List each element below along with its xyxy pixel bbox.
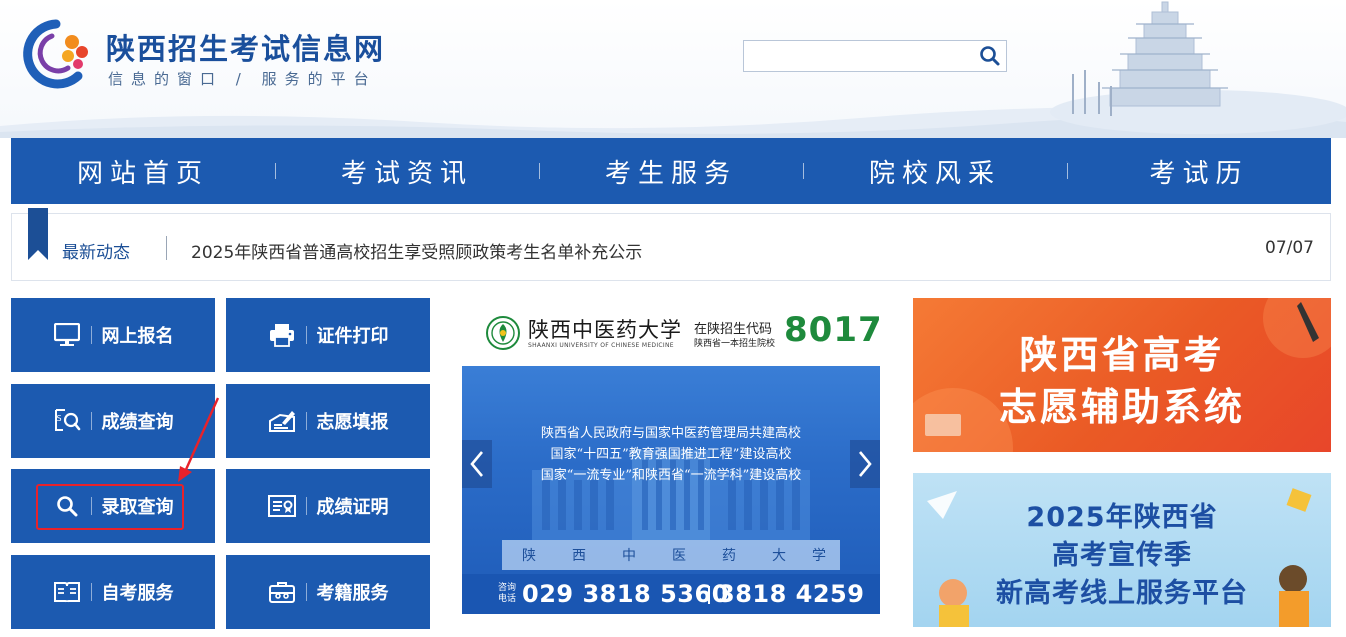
book-icon <box>53 578 81 606</box>
self-study-exam-button[interactable]: 自考服务 <box>11 555 215 629</box>
search-box <box>743 40 1007 72</box>
printer-icon <box>268 321 296 349</box>
search-input[interactable] <box>744 41 974 71</box>
carousel-prev-button[interactable] <box>462 440 492 488</box>
enrollment-code: 8017 <box>784 310 883 350</box>
score-certificate-button[interactable]: 成绩证明 <box>226 469 430 543</box>
svg-text:学: 学 <box>812 548 826 564</box>
tile-label: 考籍服务 <box>316 583 389 604</box>
ticker-label: 最新动态 <box>62 243 130 263</box>
banner-publicity-line-2: 高考宣传季 <box>1052 540 1192 571</box>
news-ticker: 最新动态 2025年陕西省普通高校招生享受照顾政策考生名单补充公示 07/07 <box>11 208 1331 281</box>
tile-label: 自考服务 <box>101 583 174 604</box>
pen-form-icon <box>268 407 296 435</box>
pagoda-illustration <box>1050 1 1346 134</box>
university-line-3: 国家“一流专业”和陕西省“一流学科”建设高校 <box>540 468 802 483</box>
university-carousel-slide[interactable]: 陕 西 中 医 药 大 学 陕西省人民政府与国家中医药管理局共建高校 国家“十四… <box>462 366 880 614</box>
university-emblem-icon <box>486 316 520 350</box>
contact-phone-1: 029 3818 5360 <box>522 580 729 608</box>
site-logo[interactable] <box>12 18 94 90</box>
site-slogan: 信息的窗口 / 服务的平台 <box>108 70 377 88</box>
banner-publicity-line-1: 2025年陕西省 <box>1026 502 1218 533</box>
svg-text:中: 中 <box>622 548 636 564</box>
tile-label: 志愿填报 <box>316 412 389 433</box>
monitor-icon <box>53 321 81 349</box>
university-name-en: SHAANXI UNIVERSITY OF CHINESE MEDICINE <box>528 342 674 349</box>
university-header[interactable]: 陕西中医药大学 SHAANXI UNIVERSITY OF CHINESE ME… <box>462 298 883 366</box>
svg-text:大: 大 <box>772 548 786 564</box>
nav-item-exam-news[interactable]: 考试资讯 <box>275 153 539 190</box>
university-line-1: 陕西省人民政府与国家中医药管理局共建高校 <box>540 426 801 441</box>
gaokao-publicity-banner[interactable]: 2025年陕西省 高考宣传季 新高考线上服务平台 <box>913 473 1331 627</box>
site-header: 陕西招生考试信息网 信息的窗口 / 服务的平台 <box>0 0 1346 138</box>
contact-phone-2: 3818 4259 <box>718 580 865 608</box>
enrollment-code-label: 在陕招生代码 <box>694 322 773 337</box>
contact-label: 咨询电话 <box>498 583 517 604</box>
banner-publicity-line-3: 新高考线上服务平台 <box>996 578 1248 609</box>
certificate-icon <box>267 492 296 520</box>
chevron-left-icon <box>470 451 483 477</box>
carousel-next-button[interactable] <box>850 440 880 488</box>
tile-label: 网上报名 <box>101 326 174 347</box>
volunteer-fill-button[interactable]: 志愿填报 <box>226 384 430 458</box>
enrollment-code-sub: 陕西省一本招生院校 <box>694 339 776 349</box>
nav-item-colleges[interactable]: 院校风采 <box>803 153 1067 190</box>
svg-text:药: 药 <box>722 548 736 564</box>
volunteer-assist-system-banner[interactable]: 陕西省高考 志愿辅助系统 <box>913 298 1331 452</box>
ticker-date: 07/07 <box>1265 238 1314 258</box>
tile-label: 录取查询 <box>101 497 174 518</box>
briefcase-icon <box>268 578 296 606</box>
nav-item-student-services[interactable]: 考生服务 <box>539 153 803 190</box>
score-query-button[interactable]: S 成绩查询 <box>11 384 215 458</box>
nav-item-home[interactable]: 网站首页 <box>11 153 275 190</box>
score-search-icon: S <box>53 407 81 435</box>
admission-query-button[interactable]: 录取查询 <box>11 469 215 543</box>
ticker-news-link[interactable]: 2025年陕西省普通高校招生享受照顾政策考生名单补充公示 <box>191 238 642 263</box>
contact-bar: 咨询电话 029 3818 5360 3818 4259 <box>462 574 880 614</box>
chevron-right-icon <box>859 451 872 477</box>
student-record-button[interactable]: 考籍服务 <box>226 555 430 629</box>
main-nav: 网站首页 考试资讯 考生服务 院校风采 考试历 <box>11 138 1331 204</box>
banner-volunteer-line-2: 志愿辅助系统 <box>998 385 1245 429</box>
svg-text:西: 西 <box>572 548 586 564</box>
svg-text:医: 医 <box>672 548 686 564</box>
svg-text:陕: 陕 <box>522 548 536 564</box>
svg-text:S: S <box>56 414 61 423</box>
tile-label: 证件打印 <box>316 326 389 347</box>
ticker-divider <box>166 236 167 260</box>
online-registration-button[interactable]: 网上报名 <box>11 298 215 372</box>
search-icon <box>53 492 81 520</box>
search-icon[interactable] <box>978 44 1002 68</box>
banner-volunteer-line-1: 陕西省高考 <box>1019 333 1225 377</box>
site-title: 陕西招生考试信息网 <box>106 32 386 66</box>
certificate-print-button[interactable]: 证件打印 <box>226 298 430 372</box>
university-line-2: 国家“十四五”教育强国推进工程”建设高校 <box>550 447 792 462</box>
bookmark-ribbon-icon <box>28 208 48 260</box>
tile-label: 成绩证明 <box>316 497 389 518</box>
university-name: 陕西中医药大学 <box>528 318 682 342</box>
tile-label: 成绩查询 <box>101 412 174 433</box>
nav-item-exam-calendar[interactable]: 考试历 <box>1067 153 1331 190</box>
